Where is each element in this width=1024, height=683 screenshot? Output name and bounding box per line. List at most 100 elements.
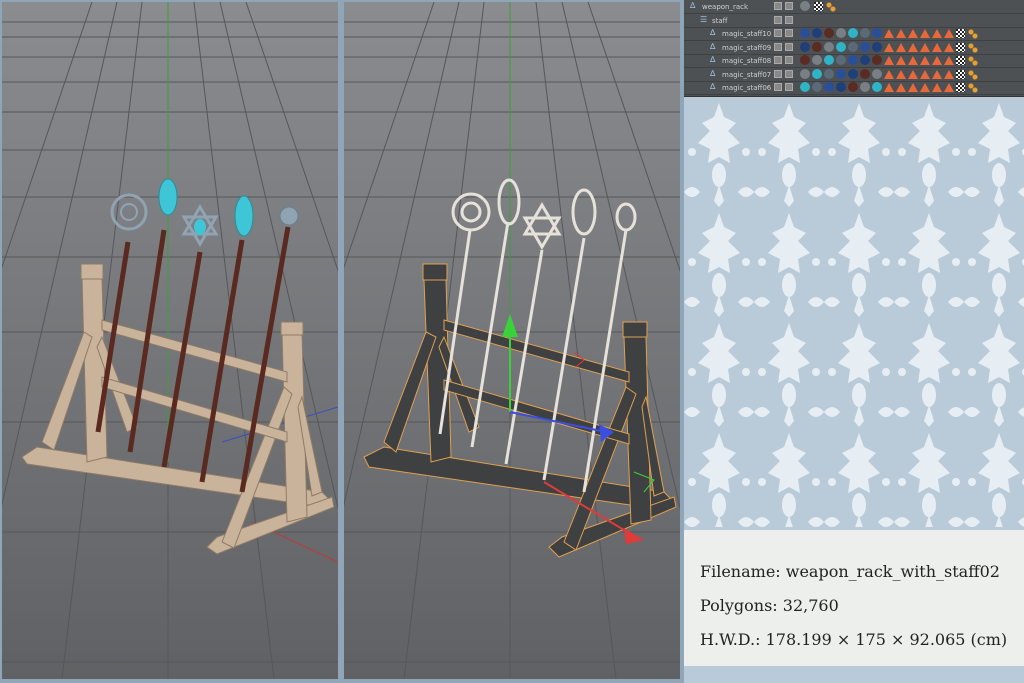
object-row[interactable]: ∆ weapon_rack	[684, 0, 1024, 14]
texture-tag-icon[interactable]	[896, 83, 906, 92]
texture-tag-icon[interactable]	[944, 42, 954, 52]
material-tag-icon[interactable]	[872, 68, 882, 79]
checker-tag-icon[interactable]	[956, 29, 965, 38]
material-tags[interactable]	[800, 28, 1024, 39]
selection-tag-icon[interactable]	[968, 29, 978, 39]
material-tag-icon[interactable]	[836, 82, 846, 92]
visibility-toggle-icon[interactable]	[774, 29, 782, 37]
texture-tag-icon[interactable]	[920, 83, 930, 92]
material-tag-icon[interactable]	[800, 68, 810, 79]
material-tag-icon[interactable]	[860, 82, 870, 92]
texture-tag-icon[interactable]	[908, 56, 918, 65]
visibility-flags[interactable]	[774, 15, 796, 25]
material-tag-icon[interactable]	[860, 41, 870, 52]
material-tag-icon[interactable]	[872, 82, 882, 92]
visibility-flags[interactable]	[774, 83, 796, 92]
material-tag-icon[interactable]	[812, 41, 822, 52]
texture-tag-icon[interactable]	[932, 29, 942, 38]
selection-tag-icon[interactable]	[826, 2, 836, 12]
material-tag-icon[interactable]	[812, 55, 822, 65]
material-tags[interactable]	[800, 41, 1024, 53]
material-tag-icon[interactable]	[812, 68, 822, 79]
visibility-toggle-icon[interactable]	[774, 69, 782, 78]
material-tag-icon[interactable]	[836, 55, 846, 65]
material-tag-icon[interactable]	[860, 55, 870, 65]
texture-tag-icon[interactable]	[920, 56, 930, 65]
material-tag-icon[interactable]	[800, 82, 810, 92]
object-row[interactable]: ∆ magic_staff09	[684, 41, 1024, 55]
texture-tag-icon[interactable]	[944, 69, 954, 79]
material-tag-icon[interactable]	[860, 28, 870, 38]
texture-tag-icon[interactable]	[896, 29, 906, 38]
material-tag-icon[interactable]	[836, 28, 846, 38]
material-tags[interactable]	[800, 1, 1024, 12]
material-tag-icon[interactable]	[800, 1, 810, 11]
visibility-flags[interactable]	[774, 2, 796, 11]
texture-tag-icon[interactable]	[896, 42, 906, 52]
material-tag-icon[interactable]	[872, 28, 882, 38]
selection-tag-icon[interactable]	[968, 69, 978, 80]
object-manager[interactable]: ∆ weapon_rack ☰ staff ∆ magic_staff10 ∆ magic_s…	[684, 0, 1024, 97]
texture-tag-icon[interactable]	[920, 69, 930, 79]
material-tag-icon[interactable]	[824, 55, 834, 65]
visibility-toggle-icon[interactable]	[774, 56, 782, 64]
texture-tag-icon[interactable]	[884, 42, 894, 52]
visibility-toggle-icon[interactable]	[785, 2, 793, 10]
checker-tag-icon[interactable]	[814, 2, 823, 11]
material-tags[interactable]	[800, 68, 1024, 80]
texture-tag-icon[interactable]	[908, 83, 918, 92]
checker-tag-icon[interactable]	[956, 69, 965, 79]
visibility-toggle-icon[interactable]	[785, 83, 793, 91]
material-tag-icon[interactable]	[800, 28, 810, 38]
texture-tag-icon[interactable]	[884, 69, 894, 79]
texture-tag-icon[interactable]	[884, 56, 894, 65]
visibility-toggle-icon[interactable]	[785, 56, 793, 64]
material-tag-icon[interactable]	[824, 68, 834, 79]
object-row[interactable]: ∆ magic_staff10	[684, 27, 1024, 41]
viewport-wireframe[interactable]	[344, 2, 680, 679]
checker-tag-icon[interactable]	[956, 42, 965, 52]
texture-tag-icon[interactable]	[884, 83, 894, 92]
texture-tag-icon[interactable]	[908, 42, 918, 52]
material-tag-icon[interactable]	[860, 68, 870, 79]
visibility-toggle-icon[interactable]	[774, 42, 782, 51]
material-tag-icon[interactable]	[812, 28, 822, 38]
visibility-toggle-icon[interactable]	[785, 69, 793, 78]
object-row[interactable]: ∆ magic_staff08	[684, 54, 1024, 68]
texture-tag-icon[interactable]	[932, 56, 942, 65]
texture-tag-icon[interactable]	[908, 29, 918, 38]
checker-tag-icon[interactable]	[956, 83, 965, 92]
object-row[interactable]: ∆ magic_staff06	[684, 81, 1024, 95]
material-tags[interactable]	[800, 82, 1024, 93]
object-row[interactable]: ☰ staff	[684, 14, 1024, 28]
selection-tag-icon[interactable]	[968, 56, 978, 66]
visibility-toggle-icon[interactable]	[785, 15, 793, 24]
texture-tag-icon[interactable]	[920, 29, 930, 38]
texture-tag-icon[interactable]	[944, 83, 954, 92]
material-tag-icon[interactable]	[800, 55, 810, 65]
visibility-toggle-icon[interactable]	[774, 83, 782, 91]
visibility-flags[interactable]	[774, 42, 796, 52]
texture-tag-icon[interactable]	[932, 83, 942, 92]
visibility-flags[interactable]	[774, 56, 796, 65]
selection-tag-icon[interactable]	[968, 83, 978, 93]
texture-tag-icon[interactable]	[944, 29, 954, 38]
material-tag-icon[interactable]	[848, 68, 858, 79]
visibility-flags[interactable]	[774, 29, 796, 38]
texture-tag-icon[interactable]	[920, 42, 930, 52]
selection-tag-icon[interactable]	[968, 42, 978, 53]
texture-tag-icon[interactable]	[896, 69, 906, 79]
texture-tag-icon[interactable]	[908, 69, 918, 79]
material-tag-icon[interactable]	[848, 41, 858, 52]
visibility-toggle-icon[interactable]	[774, 15, 782, 24]
checker-tag-icon[interactable]	[956, 56, 965, 65]
material-tag-icon[interactable]	[836, 41, 846, 52]
material-tags[interactable]	[800, 55, 1024, 66]
material-tag-icon[interactable]	[848, 55, 858, 65]
object-row[interactable]: ∆ magic_staff07	[684, 68, 1024, 82]
visibility-toggle-icon[interactable]	[785, 29, 793, 37]
material-tag-icon[interactable]	[848, 28, 858, 38]
material-tag-icon[interactable]	[812, 82, 822, 92]
material-tag-icon[interactable]	[848, 82, 858, 92]
material-tag-icon[interactable]	[824, 82, 834, 92]
